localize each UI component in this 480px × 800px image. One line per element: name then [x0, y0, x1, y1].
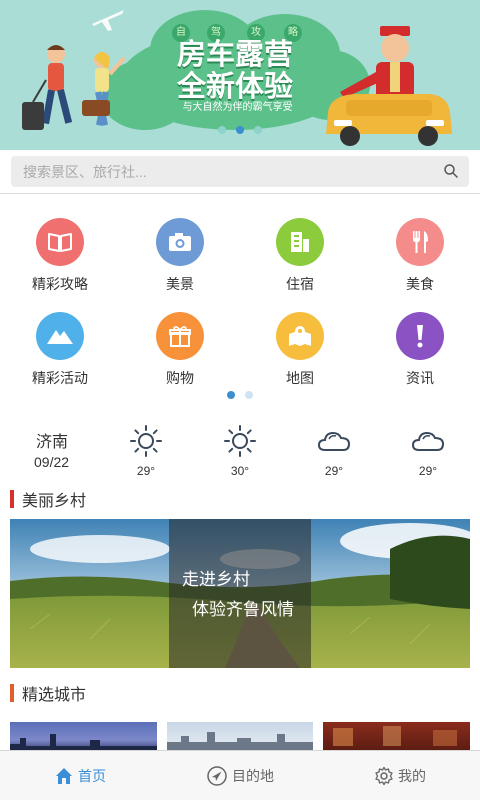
category-label: 资讯	[406, 370, 434, 386]
bottom-tab-bar: 首页 目的地 我的	[0, 750, 480, 800]
banner-pager	[0, 126, 480, 134]
category-pager	[0, 391, 480, 399]
building-icon	[276, 218, 324, 266]
weather-temp: 29°	[324, 464, 344, 478]
city-skyline-photo	[10, 734, 157, 752]
city-street-photo	[333, 726, 457, 746]
travelers-illustration	[22, 45, 126, 130]
city-thumbnail[interactable]	[323, 722, 470, 752]
village-caption-line2: 体验齐鲁风情	[192, 600, 294, 619]
category-row: 精彩活动 购物 地图 资讯	[0, 302, 480, 396]
map-icon	[276, 312, 324, 360]
weather-day: 29°	[116, 424, 176, 478]
promo-banner[interactable]: 自 驾 攻 略 房车露营 全新体验 与大自然为伴的霸气享受	[0, 0, 480, 150]
airplane-icon	[92, 10, 124, 31]
village-caption-line1: 走进乡村	[182, 570, 250, 589]
category-lodging[interactable]: 住宿	[240, 208, 360, 302]
tab-label: 目的地	[232, 768, 274, 784]
category-label: 住宿	[286, 276, 314, 292]
tab-home[interactable]: 首页	[0, 751, 160, 800]
village-caption-overlay	[169, 519, 311, 668]
gift-icon	[156, 312, 204, 360]
search-input[interactable]	[23, 156, 423, 187]
search-icon[interactable]	[443, 163, 459, 179]
tab-destination[interactable]: 目的地	[160, 751, 320, 800]
weather-city: 济南	[36, 434, 69, 451]
pager-dot-active[interactable]	[227, 391, 235, 399]
cloud-icon	[411, 431, 445, 451]
banner-title: 房车露营 全新体验	[150, 38, 320, 102]
weather-strip[interactable]: 济南 09/22 29° 30° 29° 29°	[0, 420, 480, 478]
category-row: 精彩攻略 美景 住宿 美食	[0, 208, 480, 302]
category-activities[interactable]: 精彩活动	[0, 302, 120, 396]
sun-icon	[224, 425, 256, 457]
village-feature-image[interactable]: 走进乡村 体验齐鲁风情	[10, 519, 470, 668]
weather-temp: 29°	[136, 464, 156, 478]
weather-temp: 30°	[230, 464, 250, 478]
tab-label: 首页	[78, 768, 106, 784]
fork-knife-icon	[396, 218, 444, 266]
weather-day: 30°	[210, 424, 270, 478]
city-thumbnail[interactable]	[167, 722, 313, 752]
category-label: 地图	[286, 370, 314, 386]
camera-icon	[156, 218, 204, 266]
pager-dot[interactable]	[218, 126, 226, 134]
section-title: 精选城市	[22, 687, 87, 704]
cloud-icon	[317, 431, 351, 451]
home-icon	[56, 768, 72, 784]
pager-dot[interactable]	[245, 391, 253, 399]
banner-title-line1: 房车露营	[176, 37, 293, 71]
sun-icon	[130, 425, 162, 457]
category-scenery[interactable]: 美景	[120, 208, 240, 302]
category-label: 购物	[166, 370, 194, 386]
category-food[interactable]: 美食	[360, 208, 480, 302]
mountain-icon	[36, 312, 84, 360]
book-icon	[36, 218, 84, 266]
category-label: 精彩攻略	[32, 276, 88, 292]
section-title: 美丽乡村	[22, 493, 87, 510]
tab-label: 我的	[398, 768, 426, 784]
weather-day: 29°	[398, 424, 458, 478]
pager-dot-active[interactable]	[236, 126, 244, 134]
category-label: 美食	[406, 276, 434, 292]
category-grid: 精彩攻略 美景 住宿 美食 精彩活动 购物 地图 资讯	[0, 208, 480, 396]
category-news[interactable]: 资讯	[360, 302, 480, 396]
city-skyline-photo	[167, 732, 313, 752]
exclamation-icon	[396, 312, 444, 360]
tab-profile[interactable]: 我的	[320, 751, 480, 800]
gear-icon	[375, 766, 393, 786]
section-bar	[10, 490, 14, 508]
category-guides[interactable]: 精彩攻略	[0, 208, 120, 302]
section-bar	[10, 684, 14, 702]
pager-dot[interactable]	[254, 126, 262, 134]
category-label: 精彩活动	[32, 370, 88, 386]
weather-day: 29°	[304, 424, 364, 478]
banner-subtitle: 与大自然为伴的霸气享受	[182, 102, 293, 113]
search-box[interactable]	[11, 156, 469, 187]
city-thumbnail[interactable]	[10, 722, 157, 752]
section-header-village: 美丽乡村	[10, 488, 86, 510]
category-label: 美景	[166, 276, 194, 292]
category-shopping[interactable]: 购物	[120, 302, 240, 396]
category-map[interactable]: 地图	[240, 302, 360, 396]
weather-temp: 29°	[418, 464, 438, 478]
weather-date: 09/22	[34, 454, 70, 470]
section-header-cities: 精选城市	[10, 682, 86, 704]
search-bar	[0, 150, 480, 194]
navigation-icon	[207, 766, 227, 786]
